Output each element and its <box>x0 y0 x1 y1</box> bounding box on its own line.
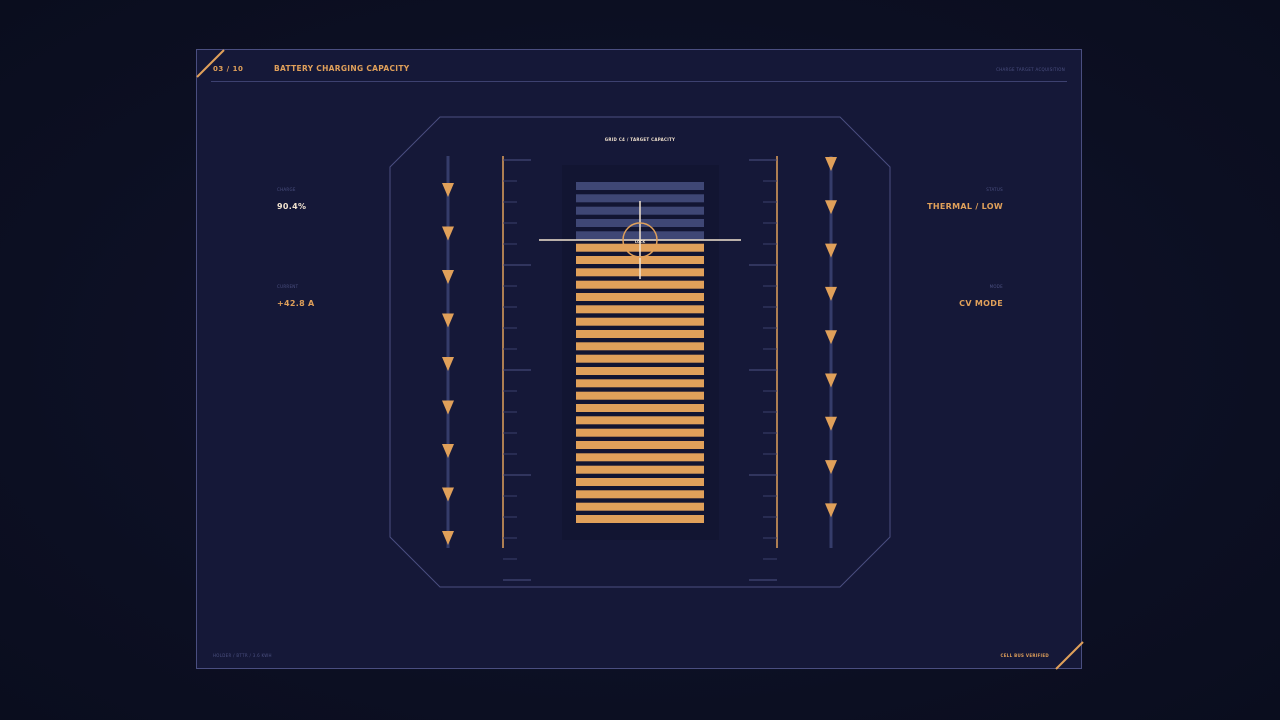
cell-filled <box>576 465 704 474</box>
grid-title: GRID C4 / TARGET CAPACITY <box>604 137 676 142</box>
triangle-down-icon <box>442 357 454 371</box>
triangle-down-icon <box>825 460 837 475</box>
triangle-down-icon <box>825 286 837 301</box>
stage: 03 / 10 BATTERY CHARGING CAPACITY CHARGE… <box>0 0 1280 720</box>
left-flow-arrows <box>442 183 454 545</box>
triangle-down-icon <box>825 330 837 345</box>
crosshair-label: LOCK <box>634 240 646 244</box>
triangle-down-icon <box>825 200 837 215</box>
diagram-canvas <box>196 49 1084 670</box>
right-ruler-ticks <box>749 159 777 581</box>
corner-accent-top-left <box>196 49 225 78</box>
corner-accent-bottom-right <box>1055 641 1084 670</box>
triangle-down-icon <box>442 270 454 284</box>
cell-filled <box>576 367 704 375</box>
triangle-down-icon <box>825 416 837 431</box>
triangle-down-icon <box>825 157 837 171</box>
cell-filled <box>576 354 704 363</box>
triangle-down-icon <box>442 183 454 197</box>
cell-filled <box>576 317 704 326</box>
triangle-down-icon <box>442 444 454 458</box>
cell-filled <box>576 428 704 437</box>
cell-filled <box>576 416 704 425</box>
cell-filled <box>576 330 704 338</box>
triangle-down-icon <box>825 503 837 518</box>
triangle-down-icon <box>442 400 454 415</box>
cell-filled <box>576 293 704 301</box>
right-flow-arrows <box>825 157 837 518</box>
cell-filled <box>576 441 704 449</box>
cell-filled <box>576 379 704 388</box>
cell-filled <box>576 391 704 400</box>
cell-filled <box>576 490 704 499</box>
cell-filled <box>576 342 704 351</box>
cell-filled <box>576 305 704 314</box>
triangle-down-icon <box>442 531 454 545</box>
triangle-down-icon <box>825 373 837 388</box>
cell-filled <box>576 515 704 523</box>
cell-filled <box>576 280 704 289</box>
cell-filled <box>576 478 704 486</box>
cell-filled <box>576 502 704 511</box>
cell-filled <box>576 404 704 412</box>
triangle-down-icon <box>442 313 454 328</box>
triangle-down-icon <box>442 487 454 502</box>
triangle-down-icon <box>825 243 837 258</box>
cell-filled <box>576 453 704 462</box>
triangle-down-icon <box>442 226 454 241</box>
cell-empty <box>576 182 704 190</box>
left-ruler-ticks <box>503 159 531 581</box>
